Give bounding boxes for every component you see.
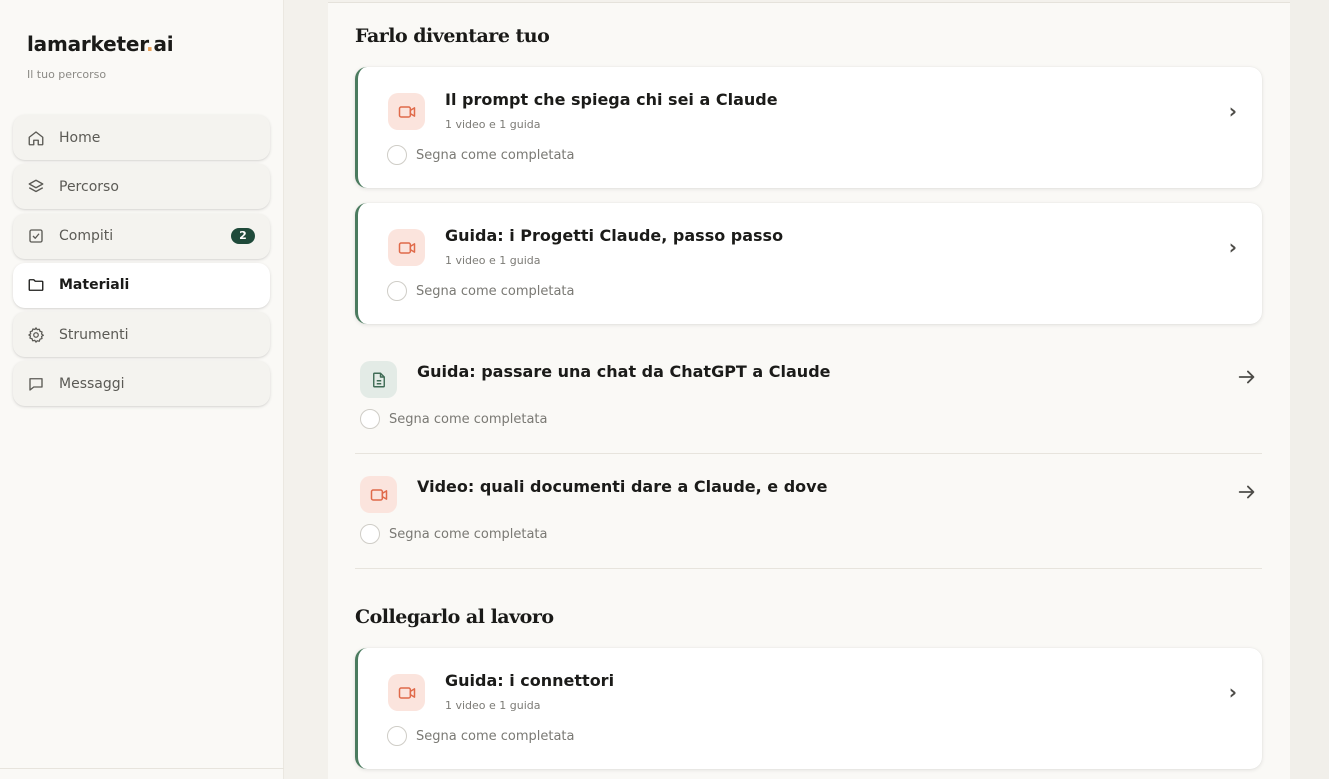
sidebar-nav: Home Percorso Compiti 2 Materiali Strume…	[13, 115, 270, 411]
mark-complete-toggle[interactable]: Segna come completata	[387, 726, 575, 746]
sidebar-item-home[interactable]: Home	[13, 115, 270, 160]
sidebar-item-materiali[interactable]: Materiali	[13, 262, 270, 308]
checkbox-circle[interactable]	[360, 524, 380, 544]
checkbox-circle[interactable]	[360, 409, 380, 429]
lesson-subtitle: 1 video e 1 guida	[445, 118, 541, 131]
lesson-card[interactable]: Il prompt che spiega chi sei a Claude 1 …	[355, 67, 1262, 188]
chevron-right-icon[interactable]: ›	[1229, 99, 1237, 123]
mark-complete-label: Segna come completata	[389, 411, 548, 427]
sidebar-item-label: Compiti	[59, 228, 114, 245]
sidebar-item-label: Home	[59, 129, 101, 146]
sidebar-item-compiti[interactable]: Compiti 2	[13, 213, 270, 259]
brand-name: lamarketer	[27, 32, 147, 56]
mark-complete-toggle[interactable]: Segna come completata	[360, 524, 548, 544]
lesson-subtitle: 1 video e 1 guida	[445, 254, 541, 267]
sidebar-tagline: Il tuo percorso	[27, 68, 107, 81]
list-item[interactable]: Video: quali documenti dare a Claude, e …	[355, 456, 1262, 569]
arrow-right-icon[interactable]	[1236, 481, 1258, 503]
folder-icon	[27, 276, 45, 294]
chat-icon	[27, 375, 45, 393]
lesson-title: Guida: i connettori	[445, 671, 615, 690]
sidebar-item-messaggi[interactable]: Messaggi	[13, 361, 270, 407]
lesson-card[interactable]: Guida: i Progetti Claude, passo passo 1 …	[355, 203, 1262, 324]
sidebar-divider	[0, 768, 284, 769]
mark-complete-toggle[interactable]: Segna come completata	[387, 145, 575, 165]
sidebar-item-label: Strumenti	[59, 326, 129, 343]
video-icon	[388, 674, 425, 711]
video-icon	[388, 229, 425, 266]
sidebar-item-label: Messaggi	[59, 375, 125, 392]
list-item[interactable]: Guida: passare una chat da ChatGPT a Cla…	[355, 341, 1262, 454]
sidebar-item-percorso[interactable]: Percorso	[13, 164, 270, 210]
brand-tld: ai	[153, 32, 174, 56]
sidebar-item-label: Percorso	[59, 178, 119, 195]
chevron-right-icon[interactable]: ›	[1229, 680, 1237, 704]
lesson-title: Video: quali documenti dare a Claude, e …	[417, 477, 828, 496]
video-icon	[360, 476, 397, 513]
page-gutter	[1290, 0, 1329, 779]
video-icon	[388, 93, 425, 130]
lesson-title: Guida: passare una chat da ChatGPT a Cla…	[417, 362, 831, 381]
mark-complete-toggle[interactable]: Segna come completata	[387, 281, 575, 301]
mark-complete-label: Segna come completata	[416, 728, 575, 744]
document-icon	[360, 361, 397, 398]
mark-complete-toggle[interactable]: Segna come completata	[360, 409, 548, 429]
lesson-subtitle: 1 video e 1 guida	[445, 699, 541, 712]
gear-icon	[27, 326, 45, 344]
tasks-count-badge: 2	[231, 227, 255, 244]
chevron-right-icon[interactable]: ›	[1229, 235, 1237, 259]
checkbox-circle[interactable]	[387, 145, 407, 165]
section-title: Collegarlo al lavoro	[355, 606, 554, 628]
materials-panel: Farlo diventare tuo Il prompt che spiega…	[328, 2, 1290, 779]
mark-complete-label: Segna come completata	[389, 526, 548, 542]
lesson-card[interactable]: Guida: i connettori 1 video e 1 guida › …	[355, 648, 1262, 769]
home-icon	[27, 129, 45, 147]
section-title: Farlo diventare tuo	[355, 25, 550, 47]
brand-logo[interactable]: lamarketer.ai	[27, 32, 174, 56]
lesson-title: Il prompt che spiega chi sei a Claude	[445, 90, 778, 109]
layers-icon	[27, 178, 45, 196]
checkbox-circle[interactable]	[387, 281, 407, 301]
sidebar-item-strumenti[interactable]: Strumenti	[13, 312, 270, 358]
sidebar: lamarketer.ai Il tuo percorso Home Perco…	[0, 0, 284, 779]
mark-complete-label: Segna come completata	[416, 283, 575, 299]
lesson-title: Guida: i Progetti Claude, passo passo	[445, 226, 784, 245]
checkbox-icon	[27, 227, 45, 245]
arrow-right-icon[interactable]	[1236, 366, 1258, 388]
mark-complete-label: Segna come completata	[416, 147, 575, 163]
sidebar-item-label: Materiali	[59, 277, 130, 294]
checkbox-circle[interactable]	[387, 726, 407, 746]
